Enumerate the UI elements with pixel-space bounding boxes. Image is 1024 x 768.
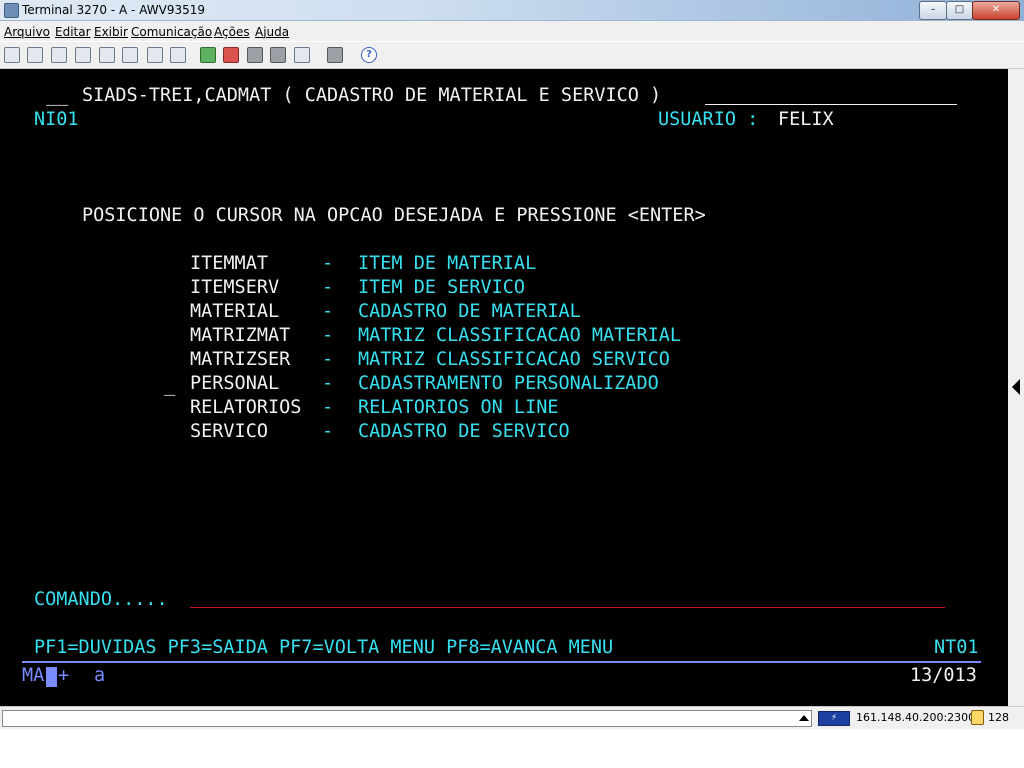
title-underline bbox=[705, 104, 957, 105]
option-dash: - bbox=[322, 277, 334, 298]
menu-acoes[interactable]: Ações bbox=[214, 25, 250, 39]
oia-indicator: + bbox=[58, 665, 70, 686]
terminal-screen[interactable]: __ SIADS-TREI,CADMAT ( CADASTRO DE MATER… bbox=[0, 69, 1008, 706]
user-label: USUARIO : bbox=[658, 109, 759, 130]
option-dash: - bbox=[322, 301, 334, 322]
lock-icon bbox=[971, 710, 984, 725]
print-icon[interactable] bbox=[75, 47, 91, 63]
menu-ajuda[interactable]: Ajuda bbox=[255, 25, 289, 39]
side-panel bbox=[1008, 69, 1024, 706]
menu-editar[interactable]: Editar bbox=[55, 25, 91, 39]
send-file-icon[interactable] bbox=[270, 47, 286, 63]
scroll-up-icon[interactable] bbox=[799, 715, 809, 721]
menu-comunicacao[interactable]: Comunicação bbox=[131, 25, 212, 39]
preferences-icon[interactable] bbox=[294, 47, 310, 63]
option-dash: - bbox=[322, 325, 334, 346]
screen-id: NI01 bbox=[34, 109, 79, 130]
expand-panel-icon[interactable] bbox=[1012, 379, 1020, 395]
screen-icon[interactable] bbox=[170, 47, 186, 63]
option-code-servico[interactable]: SERVICO bbox=[190, 421, 268, 443]
paste-special-icon[interactable] bbox=[99, 47, 115, 63]
copy-icon[interactable] bbox=[4, 47, 20, 63]
receive-file-icon[interactable] bbox=[247, 47, 263, 63]
toolbar: ? bbox=[0, 42, 1024, 69]
window-title: Terminal 3270 - A - AWV93519 bbox=[22, 3, 205, 17]
option-dash: - bbox=[322, 349, 334, 370]
option-code-personal[interactable]: PERSONAL bbox=[190, 373, 279, 395]
option-desc-itemmat[interactable]: ITEM DE MATERIAL bbox=[358, 253, 536, 275]
status-value: 128 bbox=[988, 711, 1009, 724]
app-icon bbox=[4, 3, 19, 18]
maximize-button[interactable]: □ bbox=[946, 1, 973, 20]
option-desc-matrizmat[interactable]: MATRIZ CLASSIFICACAO MATERIAL bbox=[358, 325, 681, 347]
connect-icon[interactable] bbox=[200, 47, 216, 63]
option-code-relatorios[interactable]: RELATORIOS bbox=[190, 397, 301, 419]
command-input[interactable] bbox=[190, 607, 945, 608]
menu-exibir[interactable]: Exibir bbox=[94, 25, 128, 39]
option-code-matrizmat[interactable]: MATRIZMAT bbox=[190, 325, 290, 347]
option-desc-itemserv[interactable]: ITEM DE SERVICO bbox=[358, 277, 525, 299]
macro-icon[interactable] bbox=[122, 47, 138, 63]
option-code-matrizser[interactable]: MATRIZSER bbox=[190, 349, 290, 371]
option-dash: - bbox=[322, 253, 334, 274]
option-code-itemserv[interactable]: ITEMSERV bbox=[190, 277, 279, 299]
title-bar: Terminal 3270 - A - AWV93519 – □ ✕ bbox=[0, 0, 1024, 21]
user-value: FELIX bbox=[778, 109, 834, 130]
menu-arquivo[interactable]: Arquivo bbox=[4, 25, 50, 39]
minimize-button[interactable]: – bbox=[919, 1, 947, 20]
option-code-itemmat[interactable]: ITEMMAT bbox=[190, 253, 268, 275]
option-desc-matrizser[interactable]: MATRIZ CLASSIFICACAO SERVICO bbox=[358, 349, 670, 371]
cut-icon[interactable] bbox=[27, 47, 43, 63]
printer-setup-icon[interactable] bbox=[327, 47, 343, 63]
function-keys: PF1=DUVIDAS PF3=SAIDA PF7=VOLTA MENU PF8… bbox=[34, 637, 614, 658]
network-icon: ⚡ bbox=[818, 711, 850, 726]
status-message-field bbox=[2, 710, 812, 727]
cursor-mark: _ bbox=[164, 375, 176, 396]
disconnect-icon[interactable] bbox=[223, 47, 239, 63]
menu-bar: Arquivo Editar Exibir Comunicação Ações … bbox=[0, 21, 1024, 41]
option-dash: - bbox=[322, 373, 334, 394]
oia-separator bbox=[22, 661, 981, 663]
command-label: COMANDO..... bbox=[34, 589, 168, 610]
oia-session: a bbox=[94, 665, 106, 686]
close-button[interactable]: ✕ bbox=[972, 1, 1020, 20]
oia-mode: MA bbox=[22, 665, 45, 686]
status-bar: ⚡ 161.148.40.200:23000 128 bbox=[0, 706, 1024, 729]
instruction-text: POSICIONE O CURSOR NA OPCAO DESEJADA E P… bbox=[82, 205, 706, 226]
help-icon[interactable]: ? bbox=[361, 47, 377, 63]
keypad-icon[interactable] bbox=[147, 47, 163, 63]
paste-icon[interactable] bbox=[51, 47, 67, 63]
screen-title: SIADS-TREI,CADMAT ( CADASTRO DE MATERIAL… bbox=[82, 85, 662, 106]
host-address: 161.148.40.200:23000 bbox=[856, 711, 983, 724]
option-desc-servico[interactable]: CADASTRO DE SERVICO bbox=[358, 421, 570, 443]
option-desc-personal[interactable]: CADASTRAMENTO PERSONALIZADO bbox=[358, 373, 659, 395]
screen-code: NT01 bbox=[934, 637, 979, 658]
option-desc-relatorios[interactable]: RELATORIOS ON LINE bbox=[358, 397, 558, 419]
option-code-material[interactable]: MATERIAL bbox=[190, 301, 279, 323]
option-dash: - bbox=[322, 397, 334, 418]
terminal-cursor bbox=[46, 667, 57, 687]
cursor-position: 13/013 bbox=[910, 665, 977, 686]
option-dash: - bbox=[322, 421, 334, 442]
header-prefix: __ bbox=[46, 85, 69, 106]
option-desc-material[interactable]: CADASTRO DE MATERIAL bbox=[358, 301, 581, 323]
